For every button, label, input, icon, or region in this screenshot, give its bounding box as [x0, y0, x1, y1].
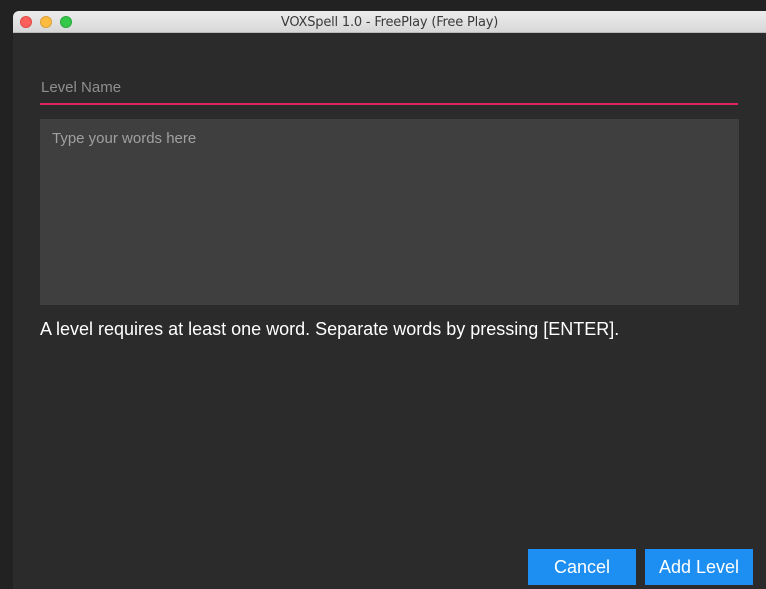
words-textarea[interactable]: [40, 119, 739, 305]
window-title: VOXSpell 1.0 - FreePlay (Free Play): [280, 15, 499, 30]
instruction-text: A level requires at least one word. Sepa…: [40, 319, 620, 339]
level-name-input[interactable]: [40, 75, 738, 105]
title-bar[interactable]: VOXSpell 1.0 - FreePlay (Free Play): [13, 11, 766, 33]
cancel-button[interactable]: Cancel: [528, 549, 636, 585]
add-level-button[interactable]: Add Level: [645, 549, 753, 585]
app-window: VOXSpell 1.0 - FreePlay (Free Play) A le…: [13, 11, 766, 589]
